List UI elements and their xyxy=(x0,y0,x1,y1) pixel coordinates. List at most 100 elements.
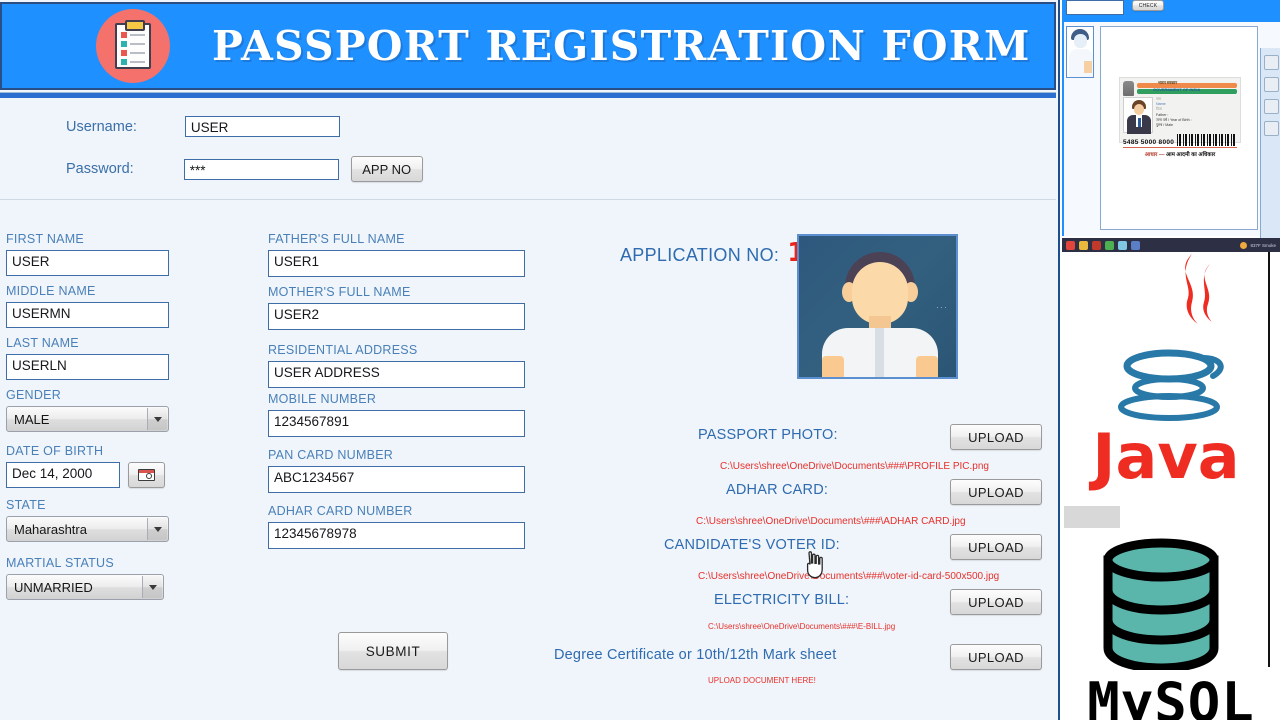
martial-status-select[interactable]: UNMARRIED xyxy=(6,574,164,600)
thumbnail-avatar[interactable] xyxy=(1066,26,1094,78)
path-voter-id: C:\Users\shree\OneDrive\Documents\###\vo… xyxy=(698,571,1000,582)
gem-icon[interactable] xyxy=(1118,240,1127,250)
aadhaar-card: भारत सरकार GOVERNMENT OF INDIA नाम Name … xyxy=(1119,77,1241,158)
first-name-input[interactable]: USER xyxy=(6,250,169,276)
field-residential-address: RESIDENTIAL ADDRESS USER ADDRESS xyxy=(268,343,528,388)
record-icon[interactable] xyxy=(1092,240,1101,250)
password-input[interactable]: *** xyxy=(183,158,339,180)
field-state: STATE Maharashtra xyxy=(6,498,186,542)
passport-photo-preview: ··· xyxy=(797,234,958,379)
login-strip: Username: USER Password: *** APP NO APPL… xyxy=(0,100,1056,268)
field-fathers-full-name: FATHER'S FULL NAME USER1 xyxy=(268,232,528,277)
gender-selected-value: MALE xyxy=(14,411,50,427)
password-label: Password: xyxy=(66,161,134,177)
registration-form: FIRST NAME USER MIDDLE NAME USERMN LAST … xyxy=(0,202,1056,720)
residential-address-input[interactable]: USER ADDRESS xyxy=(268,361,525,388)
netbeans-icon[interactable] xyxy=(1131,240,1140,250)
middle-name-label: MIDDLE NAME xyxy=(6,284,96,298)
gender-select[interactable]: MALE xyxy=(6,406,169,432)
form-column-family: FATHER'S FULL NAME USER1 MOTHER'S FULL N… xyxy=(268,232,528,557)
opera-icon[interactable] xyxy=(1066,240,1075,250)
calendar-icon-button[interactable] xyxy=(128,462,165,488)
field-adhar-card-number: ADHAR CARD NUMBER 12345678978 xyxy=(268,504,528,549)
document-viewer-panel: भारत सरकार GOVERNMENT OF INDIA नाम Name … xyxy=(1062,22,1280,238)
page-title: PASSPORT REGISTRATION FORM xyxy=(212,22,1031,70)
state-selected-value: Maharashtra xyxy=(14,521,87,537)
mothers-full-name-label: MOTHER'S FULL NAME xyxy=(268,285,411,299)
field-mobile-number: MOBILE NUMBER 1234567891 xyxy=(268,392,528,437)
upload-button-voter-id[interactable]: UPLOAD xyxy=(950,534,1042,560)
residential-address-label: RESIDENTIAL ADDRESS xyxy=(268,343,418,357)
app-no-button[interactable]: APP NO xyxy=(350,156,423,182)
desktop-capture-panel: 837F Smoke Java MySQL xyxy=(1062,238,1280,720)
username-input[interactable]: USER xyxy=(184,116,340,137)
fathers-full-name-input[interactable]: USER1 xyxy=(268,250,525,277)
pan-card-number-input[interactable]: ABC1234567 xyxy=(268,466,525,493)
path-electricity-bill: C:\Users\shree\OneDrive\Documents\###\E-… xyxy=(708,622,896,631)
upload-button-degree-certificate[interactable]: UPLOAD xyxy=(950,644,1042,670)
mysql-logo: MySQL xyxy=(1062,538,1270,720)
barcode-icon xyxy=(1177,134,1237,146)
pan-card-number-label: PAN CARD NUMBER xyxy=(268,448,394,462)
overlay-top-blue-bar: CHECK xyxy=(1062,0,1280,22)
date-of-birth-input[interactable]: Dec 14, 2000 xyxy=(6,462,120,488)
taskbar: 837F Smoke xyxy=(1062,238,1280,252)
path-passport-photo: C:\Users\shree\OneDrive\Documents\###\PR… xyxy=(720,461,989,472)
upload-row-passport-photo: PASSPORT PHOTO: xyxy=(698,427,838,443)
calendar-icon xyxy=(138,469,155,481)
viewer-tool-button-4[interactable] xyxy=(1264,121,1279,136)
india-emblem-icon xyxy=(1123,80,1134,96)
database-icon xyxy=(1103,538,1219,670)
viewer-tool-button-3[interactable] xyxy=(1264,99,1279,114)
adhar-card-number-input[interactable]: 12345678978 xyxy=(268,522,525,549)
upload-button-electricity-bill[interactable]: UPLOAD xyxy=(950,589,1042,615)
field-gender: GENDER MALE xyxy=(6,388,186,432)
last-name-input[interactable]: USERLN xyxy=(6,354,169,380)
mysql-wordmark: MySQL xyxy=(1087,671,1255,720)
aadhaar-tagline-right: आम आदमी का अधिकार xyxy=(1165,152,1216,158)
chevron-down-icon[interactable] xyxy=(147,408,167,430)
field-last-name: LAST NAME USERLN xyxy=(6,336,186,380)
field-date-of-birth: DATE OF BIRTH Dec 14, 2000 xyxy=(6,444,186,488)
upload-row-electricity-bill: ELECTRICITY BILL: xyxy=(714,592,849,608)
java-wordmark: Java xyxy=(1092,420,1240,493)
aadhaar-tagline: आधार — आम आदमी का अधिकार xyxy=(1120,149,1240,158)
aadhaar-govt-english: GOVERNMENT OF INDIA xyxy=(1153,87,1201,92)
viewer-tool-button-2[interactable] xyxy=(1264,77,1279,92)
upload-button-adhar-card[interactable]: UPLOAD xyxy=(950,479,1042,505)
upload-button-passport-photo[interactable]: UPLOAD xyxy=(950,424,1042,450)
electricity-bill-label: ELECTRICITY BILL: xyxy=(714,592,850,608)
username-label: Username: xyxy=(66,118,137,135)
field-mothers-full-name: MOTHER'S FULL NAME USER2 xyxy=(268,285,528,330)
chrome-icon[interactable] xyxy=(1105,240,1114,250)
viewer-toolbar xyxy=(1260,48,1280,238)
aadhaar-tagline-left: आधार xyxy=(1144,152,1158,158)
mobile-number-input[interactable]: 1234567891 xyxy=(268,410,525,437)
viewer-tool-button-1[interactable] xyxy=(1264,55,1279,70)
files-icon[interactable] xyxy=(1079,240,1088,250)
field-martial-status: MARTIAL STATUS UNMARRIED xyxy=(6,556,186,600)
overlay-text-input[interactable] xyxy=(1066,0,1124,15)
banner-divider xyxy=(0,92,1056,98)
passport-photo-label: PASSPORT PHOTO: xyxy=(698,427,838,443)
status-dot-icon xyxy=(1240,241,1248,249)
adhar-card-label: ADHAR CARD: xyxy=(726,482,829,498)
app-banner: PASSPORT REGISTRATION FORM xyxy=(0,2,1056,90)
degree-certificate-label: Degree Certificate or 10th/12th Mark she… xyxy=(554,647,837,663)
aadhaar-photo xyxy=(1123,97,1153,134)
check-button[interactable]: CHECK xyxy=(1132,0,1164,11)
state-label: STATE xyxy=(6,498,46,512)
state-select[interactable]: Maharashtra xyxy=(6,516,169,542)
first-name-label: FIRST NAME xyxy=(6,232,84,246)
field-first-name: FIRST NAME USER xyxy=(6,232,186,276)
mothers-full-name-input[interactable]: USER2 xyxy=(268,303,525,330)
martial-status-selected-value: UNMARRIED xyxy=(14,579,93,595)
chevron-down-icon[interactable] xyxy=(147,518,167,540)
chevron-down-icon[interactable] xyxy=(142,576,162,598)
aadhaar-govt-hindi: भारत सरकार xyxy=(1158,80,1177,85)
path-adhar-card: C:\Users\shree\OneDrive\Documents\###\AD… xyxy=(696,516,966,527)
middle-name-input[interactable]: USERMN xyxy=(6,302,169,328)
screenshot-root: PASSPORT REGISTRATION FORM Username: USE… xyxy=(0,0,1280,720)
submit-button[interactable]: SUBMIT xyxy=(338,632,448,670)
last-name-label: LAST NAME xyxy=(6,336,79,350)
